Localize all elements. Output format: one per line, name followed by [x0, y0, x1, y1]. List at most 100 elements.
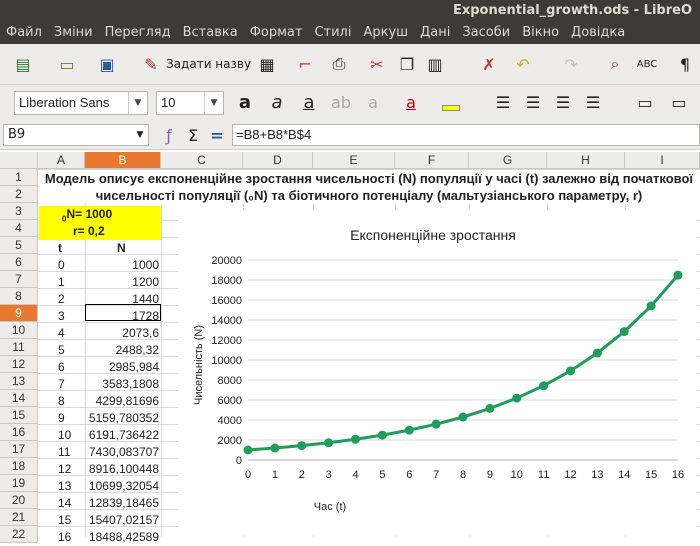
menu-help[interactable]: Довідка [565, 22, 631, 40]
menu-styles[interactable]: Стилі [308, 22, 357, 40]
undo-icon[interactable]: ↶ [512, 53, 534, 75]
t-cell[interactable]: 1 [58, 274, 65, 291]
column-header-d[interactable]: D [243, 152, 313, 169]
row-header[interactable]: 20 [0, 492, 38, 509]
column-header-a[interactable]: A [38, 152, 85, 169]
r-parameter[interactable]: r= 0,2 [73, 223, 105, 240]
row-header[interactable]: 3 [0, 203, 38, 220]
select-all-corner[interactable] [0, 152, 38, 169]
row-header[interactable]: 6 [0, 254, 38, 271]
paste-icon[interactable]: ▥ [424, 53, 446, 75]
n-cell[interactable]: 15407,02157 [85, 512, 161, 529]
t-cell[interactable]: 3 [58, 308, 65, 325]
menu-data[interactable]: Дані [414, 22, 456, 40]
t-cell[interactable]: 9 [58, 410, 65, 427]
t-cell[interactable]: 8 [58, 393, 65, 410]
column-header-e[interactable]: E [313, 152, 395, 169]
header-t[interactable]: t [58, 240, 62, 257]
print-icon[interactable]: ⎙ [328, 53, 350, 75]
n-cell[interactable]: 18488,42589 [85, 529, 161, 546]
column-header-c[interactable]: C [161, 152, 243, 169]
row-header[interactable]: 10 [0, 322, 38, 339]
name-box[interactable]: B9 ▼ [3, 124, 149, 146]
merge-cells-icon[interactable]: ▭ [668, 91, 690, 113]
formatting-marks-icon[interactable]: ¶ [674, 53, 696, 75]
set-name-button[interactable]: Задати назву [166, 57, 251, 71]
font-size-dropdown[interactable]: 10 ▼ [156, 91, 224, 115]
formula-icon[interactable]: = [206, 124, 228, 146]
t-cell[interactable]: 12 [58, 461, 71, 478]
n-cell[interactable]: 12839,18465 [85, 495, 161, 512]
t-cell[interactable]: 0 [58, 257, 65, 274]
row-header[interactable]: 22 [0, 526, 38, 543]
n0-parameter[interactable]: 0N= 1000 [62, 206, 112, 223]
n-cell[interactable]: 4299,81696 [85, 393, 161, 410]
selected-cell-cursor[interactable] [85, 304, 161, 321]
italic-icon[interactable]: a [266, 91, 288, 113]
column-header-i[interactable]: I [625, 152, 700, 169]
align-left-icon[interactable]: ☰ [492, 91, 514, 113]
row-header[interactable]: 19 [0, 475, 38, 492]
t-cell[interactable]: 15 [58, 512, 71, 529]
row-header[interactable]: 9 [0, 305, 38, 322]
row-header[interactable]: 8 [0, 288, 38, 305]
n-cell[interactable]: 5159,780352 [85, 410, 161, 427]
row-header[interactable]: 1 [0, 169, 38, 186]
n-cell[interactable]: 1200 [85, 274, 161, 291]
menu-view[interactable]: Перегляд [99, 22, 177, 40]
n-cell[interactable]: 2073,6 [85, 325, 161, 342]
paintbrush-icon[interactable]: ✎ [140, 53, 162, 75]
redo-icon[interactable]: ↷ [560, 53, 582, 75]
n-cell[interactable]: 6191,736422 [85, 427, 161, 444]
n-cell[interactable]: 8916,100448 [85, 461, 161, 478]
font-color-icon[interactable]: a [400, 91, 422, 113]
column-header-h[interactable]: H [547, 152, 625, 169]
clear-formatting-icon[interactable]: ✗ [478, 53, 500, 75]
align-center-icon[interactable]: ☰ [522, 91, 544, 113]
align-right-icon[interactable]: ☰ [552, 91, 574, 113]
row-header[interactable]: 14 [0, 390, 38, 407]
t-cell[interactable]: 14 [58, 495, 71, 512]
column-header-f[interactable]: F [395, 152, 469, 169]
row-header[interactable]: 21 [0, 509, 38, 526]
t-cell[interactable]: 13 [58, 478, 71, 495]
column-header-g[interactable]: G [469, 152, 547, 169]
n-cell[interactable]: 2488,32 [85, 342, 161, 359]
sum-icon[interactable]: Σ [182, 124, 204, 146]
menu-insert[interactable]: Вставка [177, 22, 244, 40]
find-replace-icon[interactable]: ⌕ [604, 53, 626, 75]
cut-icon[interactable]: ✂ [366, 53, 388, 75]
t-cell[interactable]: 6 [58, 359, 65, 376]
header-n[interactable]: N [117, 240, 126, 257]
t-cell[interactable]: 2 [58, 291, 65, 308]
strikethrough-icon[interactable]: ab [330, 91, 352, 113]
column-header-b[interactable]: B [85, 152, 161, 169]
t-cell[interactable]: 7 [58, 376, 65, 393]
font-name-dropdown[interactable]: Liberation Sans ▼ [14, 91, 148, 115]
row-header[interactable]: 2 [0, 186, 38, 203]
function-wizard-icon[interactable]: ƒ [158, 124, 180, 146]
chart[interactable]: Експоненційне зростання Час (t) Чисельні… [178, 210, 696, 535]
row-header[interactable]: 11 [0, 339, 38, 356]
row-header[interactable]: 5 [0, 237, 38, 254]
n-cell[interactable]: 2985,984 [85, 359, 161, 376]
export-pdf-icon[interactable]: ⌐ [294, 53, 316, 75]
open-folder-icon[interactable]: ▭ [56, 53, 78, 75]
menu-file[interactable]: Файл [0, 22, 48, 40]
t-cell[interactable]: 4 [58, 325, 65, 342]
menu-edit[interactable]: Зміни [48, 22, 99, 40]
t-cell[interactable]: 11 [58, 444, 70, 461]
copy-icon[interactable]: ❐ [396, 53, 418, 75]
print-preview-icon[interactable]: ▦ [256, 53, 278, 75]
t-cell[interactable]: 5 [58, 342, 65, 359]
t-cell[interactable]: 16 [58, 529, 71, 546]
bold-icon[interactable]: a [234, 91, 256, 113]
row-header[interactable]: 7 [0, 271, 38, 288]
new-document-icon[interactable]: ▤ [12, 53, 34, 75]
n-cell[interactable]: 7430,083707 [85, 444, 161, 461]
row-header[interactable]: 18 [0, 458, 38, 475]
spellcheck-icon[interactable]: ABC [636, 53, 658, 75]
underline-icon[interactable]: a [298, 91, 320, 113]
row-header[interactable]: 16 [0, 424, 38, 441]
n-cell[interactable]: 10699,32054 [85, 478, 161, 495]
